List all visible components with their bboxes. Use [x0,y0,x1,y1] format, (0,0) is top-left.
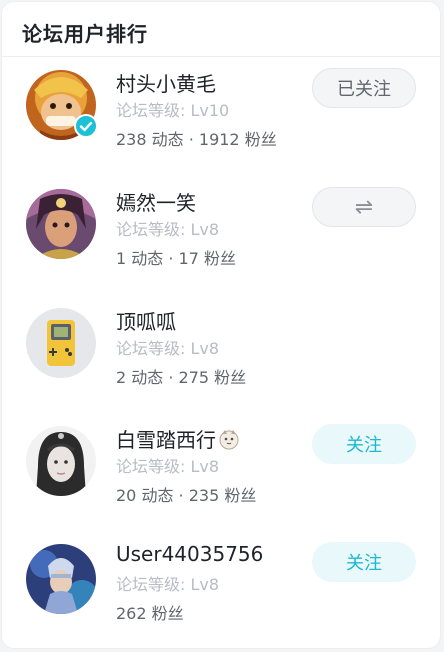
check-badge-icon [74,114,98,138]
user-level: 论坛等级: Lv8 [116,220,220,239]
title-divider [2,56,440,57]
user-row: 村头小黄毛 论坛等级: Lv10 238 动态 · 1912 粉丝 已关注 [2,60,440,160]
user-level: 论坛等级: Lv10 [116,101,230,120]
user-name[interactable]: User44035756 [116,542,263,566]
avatar[interactable] [26,544,96,614]
user-row: 顶呱呱 论坛等级: Lv8 2 动态 · 275 粉丝 [2,298,440,398]
user-level: 论坛等级: Lv8 [116,457,220,476]
user-stats: 20 动态 · 235 粉丝 [116,486,257,505]
user-name[interactable]: 村头小黄毛 [116,68,216,97]
avatar[interactable] [26,189,96,259]
mutual-follow-icon: ⇌ [354,194,374,220]
mutual-follow-button[interactable]: ⇌ [312,187,416,227]
user-stats: 238 动态 · 1912 粉丝 [116,130,277,149]
followed-button[interactable]: 已关注 [312,68,416,108]
user-name[interactable]: 嫣然一笑 [116,187,196,216]
cat-emoji-icon [218,428,240,450]
user-row: 白雪踏西行 论坛等级: Lv8 20 动态 · 235 粉丝 关注 [2,416,440,516]
user-name[interactable]: 顶呱呱 [116,306,176,335]
user-level: 论坛等级: Lv8 [116,575,220,594]
forum-user-ranking-panel: 论坛用户排行 村头小黄毛 论坛等级: Lv10 238 动态 · 1912 粉丝… [2,2,440,648]
avatar[interactable] [26,426,96,496]
user-stats: 2 动态 · 275 粉丝 [116,368,247,387]
follow-button[interactable]: 关注 [312,542,416,582]
user-row: 嫣然一笑 论坛等级: Lv8 1 动态 · 17 粉丝 ⇌ [2,179,440,279]
panel-title: 论坛用户排行 [22,22,148,46]
user-name-text: 白雪踏西行 [116,428,216,452]
user-name[interactable]: 白雪踏西行 [116,424,240,453]
follow-button[interactable]: 关注 [312,424,416,464]
avatar[interactable] [26,308,96,378]
user-level: 论坛等级: Lv8 [116,339,220,358]
user-stats: 262 粉丝 [116,604,184,623]
user-row: User44035756 论坛等级: Lv8 262 粉丝 关注 [2,534,440,634]
user-stats: 1 动态 · 17 粉丝 [116,249,236,268]
